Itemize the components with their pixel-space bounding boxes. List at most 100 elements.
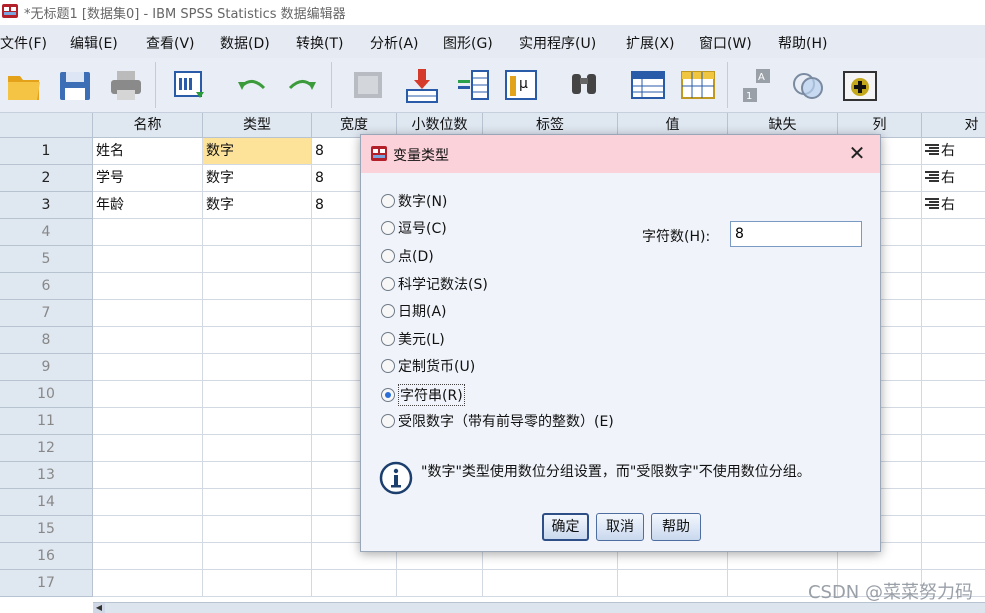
menu-help[interactable]: 帮助(H) bbox=[778, 33, 827, 53]
empty-cell[interactable] bbox=[922, 219, 985, 246]
empty-cell[interactable] bbox=[203, 435, 312, 462]
empty-cell[interactable] bbox=[93, 489, 203, 516]
empty-cell[interactable] bbox=[203, 327, 312, 354]
column-header-name[interactable]: 名称 bbox=[93, 113, 203, 138]
empty-cell[interactable] bbox=[93, 543, 203, 570]
row-header[interactable]: 16 bbox=[0, 543, 93, 570]
menu-utilities[interactable]: 实用程序(U) bbox=[519, 33, 596, 53]
cancel-button[interactable]: 取消 bbox=[596, 513, 644, 541]
value-labels-icon[interactable] bbox=[842, 66, 878, 104]
empty-cell[interactable] bbox=[922, 462, 985, 489]
ok-button[interactable]: 确定 bbox=[542, 513, 589, 541]
open-folder-icon[interactable] bbox=[6, 66, 42, 104]
row-header[interactable]: 10 bbox=[0, 381, 93, 408]
radio-option-comma[interactable]: 逗号(C) bbox=[381, 218, 447, 240]
radio-button[interactable] bbox=[381, 249, 395, 263]
cell-type[interactable]: 数字 bbox=[203, 165, 312, 192]
empty-cell[interactable] bbox=[922, 543, 985, 570]
cell-type-selected[interactable]: 数字 bbox=[203, 138, 312, 165]
empty-cell[interactable] bbox=[618, 570, 728, 597]
empty-cell[interactable] bbox=[93, 570, 203, 597]
row-header[interactable]: 13 bbox=[0, 462, 93, 489]
radio-option-custom-currency[interactable]: 定制货币(U) bbox=[381, 356, 475, 378]
column-header-type[interactable]: 类型 bbox=[203, 113, 312, 138]
radio-option-scientific[interactable]: 科学记数法(S) bbox=[381, 274, 488, 296]
radio-button[interactable] bbox=[381, 332, 395, 346]
row-header[interactable]: 14 bbox=[0, 489, 93, 516]
empty-cell[interactable] bbox=[203, 300, 312, 327]
print-icon[interactable] bbox=[108, 66, 144, 104]
cell-name[interactable]: 姓名 bbox=[93, 138, 203, 165]
row-header[interactable]: 9 bbox=[0, 354, 93, 381]
empty-cell[interactable] bbox=[203, 354, 312, 381]
cell-align[interactable]: 右 bbox=[922, 192, 985, 219]
characters-input[interactable] bbox=[730, 221, 862, 247]
radio-button[interactable] bbox=[381, 277, 395, 291]
row-header[interactable]: 2 bbox=[0, 165, 93, 192]
empty-cell[interactable] bbox=[922, 273, 985, 300]
empty-cell[interactable] bbox=[203, 543, 312, 570]
empty-cell[interactable] bbox=[93, 354, 203, 381]
cell-name[interactable]: 学号 bbox=[93, 165, 203, 192]
cell-align[interactable]: 右 bbox=[922, 138, 985, 165]
insert-variable-icon[interactable] bbox=[680, 66, 716, 104]
empty-cell[interactable] bbox=[93, 246, 203, 273]
menu-window[interactable]: 窗口(W) bbox=[699, 33, 752, 53]
undo-icon[interactable] bbox=[234, 66, 270, 104]
corner-header[interactable] bbox=[0, 113, 93, 138]
radio-button[interactable] bbox=[381, 414, 395, 428]
radio-button[interactable] bbox=[381, 221, 395, 235]
help-button[interactable]: 帮助 bbox=[651, 513, 701, 541]
menu-analyze[interactable]: 分析(A) bbox=[370, 33, 419, 53]
empty-cell[interactable] bbox=[203, 489, 312, 516]
row-header[interactable]: 3 bbox=[0, 192, 93, 219]
radio-button[interactable] bbox=[381, 194, 395, 208]
menu-data[interactable]: 数据(D) bbox=[220, 33, 270, 53]
radio-option-string[interactable]: 字符串(R) bbox=[381, 384, 465, 406]
empty-cell[interactable] bbox=[922, 327, 985, 354]
cell-name[interactable]: 年龄 bbox=[93, 192, 203, 219]
radio-button[interactable] bbox=[381, 359, 395, 373]
variables-icon[interactable] bbox=[456, 66, 492, 104]
empty-cell[interactable] bbox=[483, 570, 618, 597]
close-icon[interactable]: ✕ bbox=[846, 142, 868, 164]
empty-cell[interactable] bbox=[93, 408, 203, 435]
radio-option-dot[interactable]: 点(D) bbox=[381, 246, 434, 268]
row-header[interactable]: 4 bbox=[0, 219, 93, 246]
goto-case-icon[interactable] bbox=[350, 66, 386, 104]
recall-dialog-icon[interactable] bbox=[172, 66, 208, 104]
row-header[interactable]: 7 bbox=[0, 300, 93, 327]
find-icon[interactable] bbox=[566, 66, 602, 104]
split-file-icon[interactable]: A1 bbox=[740, 66, 776, 104]
menu-extensions[interactable]: 扩展(X) bbox=[626, 33, 675, 53]
empty-cell[interactable] bbox=[93, 516, 203, 543]
goto-variable-icon[interactable] bbox=[404, 66, 440, 104]
empty-cell[interactable] bbox=[922, 435, 985, 462]
radio-option-dollar[interactable]: 美元(L) bbox=[381, 329, 445, 351]
row-header[interactable]: 17 bbox=[0, 570, 93, 597]
empty-cell[interactable] bbox=[922, 381, 985, 408]
row-header[interactable]: 15 bbox=[0, 516, 93, 543]
empty-cell[interactable] bbox=[93, 273, 203, 300]
empty-cell[interactable] bbox=[922, 516, 985, 543]
row-header[interactable]: 8 bbox=[0, 327, 93, 354]
empty-cell[interactable] bbox=[93, 327, 203, 354]
column-header-align[interactable]: 对 bbox=[922, 113, 985, 138]
empty-cell[interactable] bbox=[93, 435, 203, 462]
cell-align[interactable]: 右 bbox=[922, 165, 985, 192]
empty-cell[interactable] bbox=[203, 219, 312, 246]
empty-cell[interactable] bbox=[93, 219, 203, 246]
save-icon[interactable] bbox=[57, 66, 93, 104]
menu-file[interactable]: 文件(F) bbox=[0, 33, 47, 53]
radio-button[interactable] bbox=[381, 304, 395, 318]
empty-cell[interactable] bbox=[922, 246, 985, 273]
empty-cell[interactable] bbox=[93, 462, 203, 489]
menu-graphs[interactable]: 图形(G) bbox=[443, 33, 493, 53]
empty-cell[interactable] bbox=[922, 354, 985, 381]
redo-icon[interactable] bbox=[284, 66, 320, 104]
dialog-title-bar[interactable]: 变量类型 ✕ bbox=[361, 135, 880, 173]
empty-cell[interactable] bbox=[922, 300, 985, 327]
radio-button-selected[interactable] bbox=[381, 388, 395, 402]
row-header[interactable]: 5 bbox=[0, 246, 93, 273]
empty-cell[interactable] bbox=[922, 408, 985, 435]
